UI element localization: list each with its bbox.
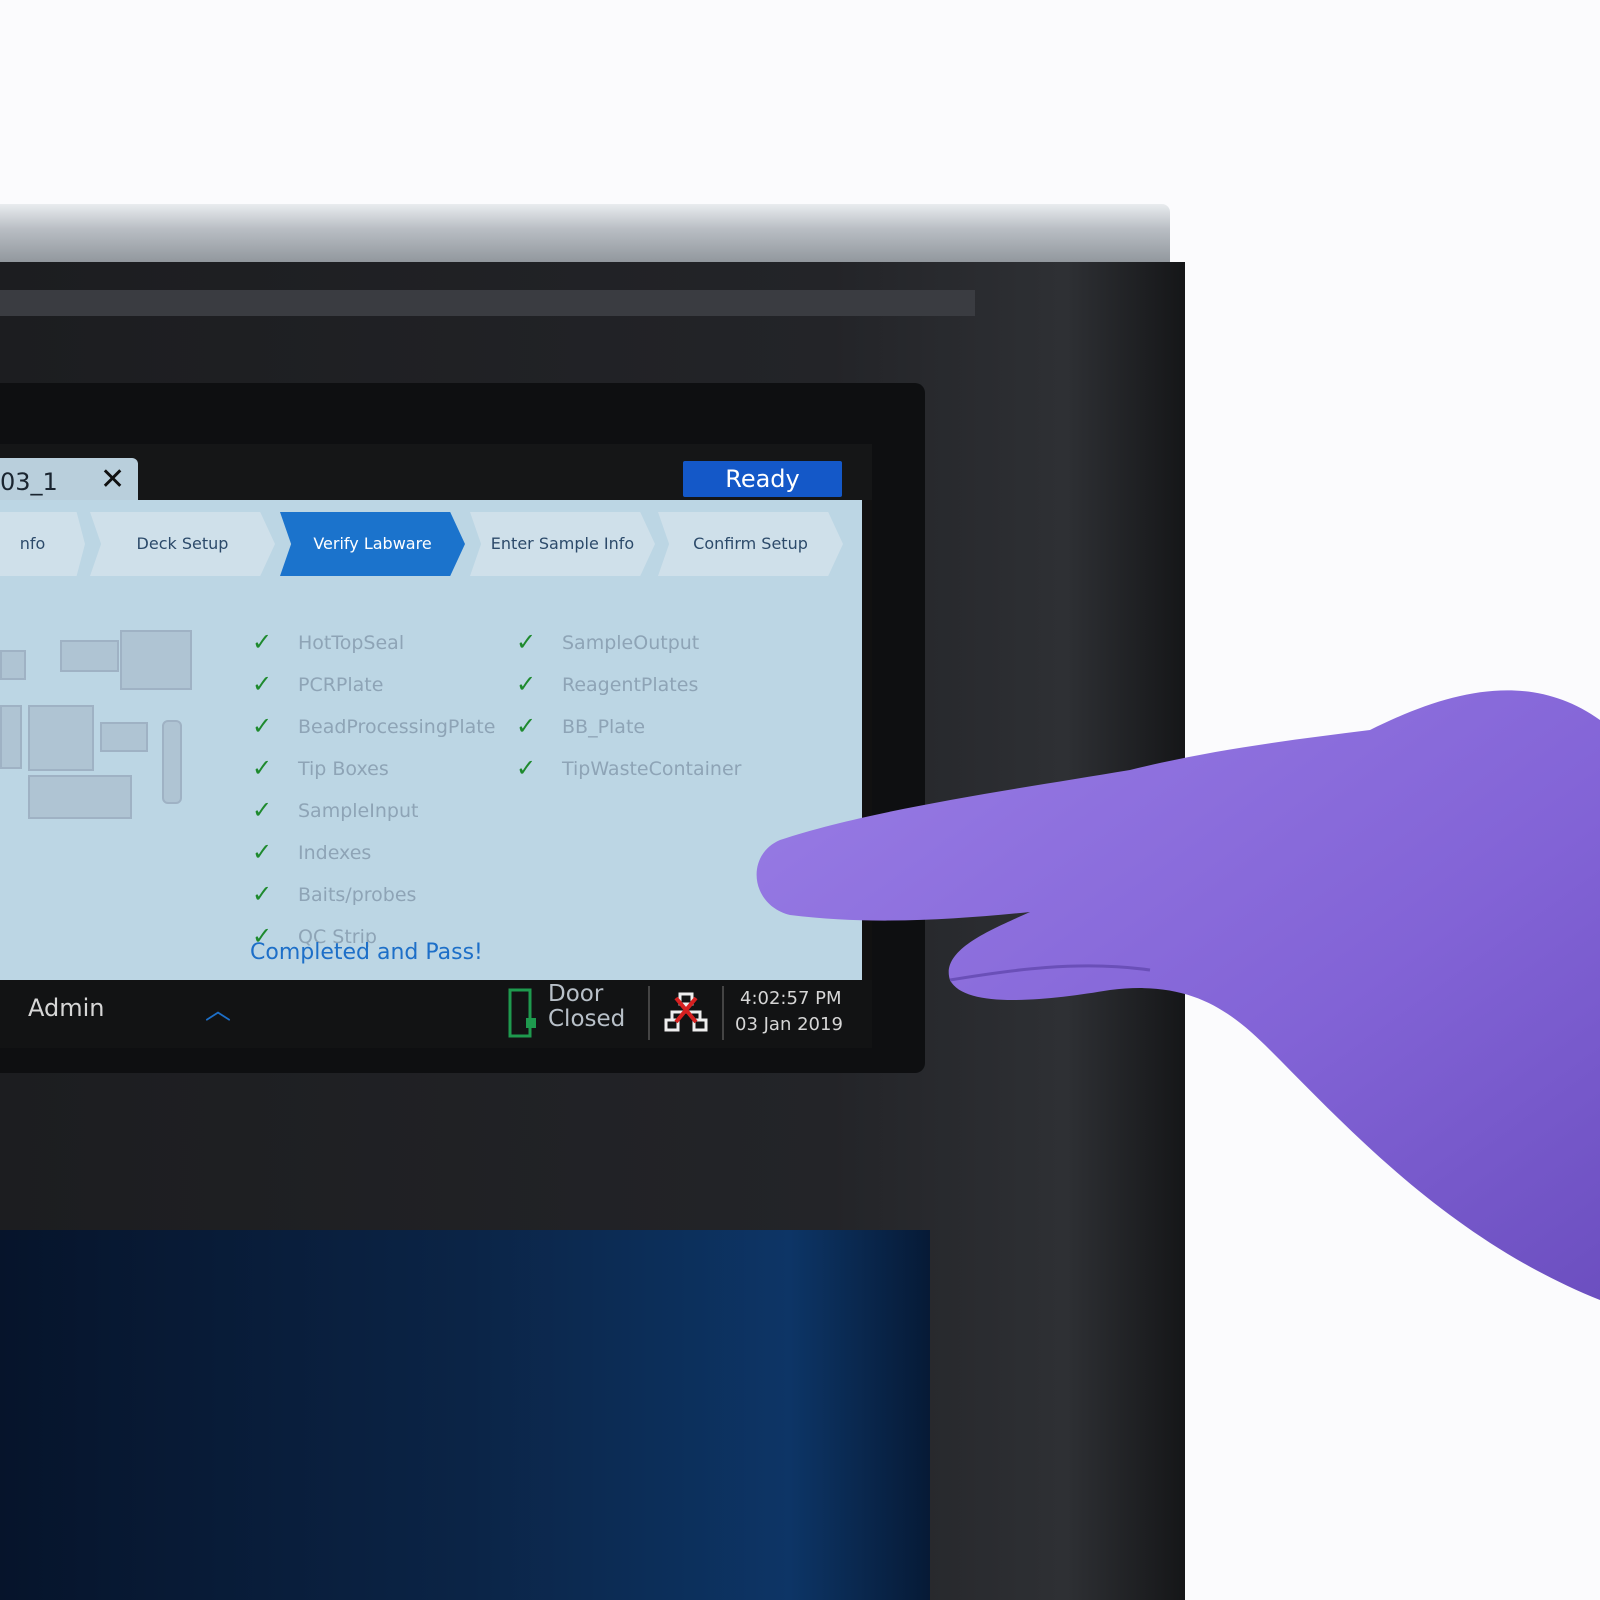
status-badge: Ready <box>683 461 842 497</box>
labware-item: SampleOutput <box>562 632 700 654</box>
deck-slot <box>0 705 22 769</box>
network-disconnected-icon <box>664 992 708 1032</box>
gloved-hand <box>756 690 1600 1300</box>
status-bar: Admin ︿ Door Closed 4:02:57 PM 03 Jan 201… <box>0 980 872 1048</box>
tab-name: 03_1 <box>0 468 58 496</box>
deck-slot <box>120 630 192 690</box>
door-lock-icon <box>508 988 536 1038</box>
labware-item: Tip Boxes <box>298 758 389 780</box>
labware-item: BB_Plate <box>562 716 646 738</box>
step-deck-setup[interactable]: Deck Setup <box>90 512 275 576</box>
check-icon: ✓ <box>252 838 273 866</box>
check-icon: ✓ <box>252 712 273 740</box>
deck-slot <box>28 705 94 771</box>
check-icon: ✓ <box>252 628 273 656</box>
close-icon[interactable]: ✕ <box>100 462 125 497</box>
check-icon: ✓ <box>516 628 537 656</box>
divider <box>722 986 724 1040</box>
labware-item: ReagentPlates <box>562 674 699 696</box>
door-status-line2: Closed <box>548 1006 626 1032</box>
deck-slot <box>100 722 148 752</box>
step-info[interactable]: nfo <box>0 512 85 576</box>
check-icon: ✓ <box>516 670 537 698</box>
step-enter-sample-info[interactable]: Enter Sample Info <box>470 512 655 576</box>
run-tab[interactable]: 03_1 ✕ <box>0 458 138 500</box>
door-status-line1: Door <box>548 981 604 1007</box>
labware-item: Baits/probes <box>298 884 417 906</box>
step-confirm-setup[interactable]: Confirm Setup <box>658 512 843 576</box>
check-icon: ✓ <box>252 754 273 782</box>
check-icon: ✓ <box>252 796 273 824</box>
deck-slot <box>0 650 26 680</box>
labware-item: BeadProcessingPlate <box>298 716 496 738</box>
labware-item: PCRPlate <box>298 674 384 696</box>
deck-slot <box>28 775 132 819</box>
labware-item: HotTopSeal <box>298 632 405 654</box>
chevron-up-icon[interactable]: ︿ <box>205 990 231 1027</box>
check-icon: ✓ <box>516 754 537 782</box>
instrument-trim <box>0 290 975 316</box>
deck-slot <box>60 640 119 672</box>
result-message: Completed and Pass! <box>250 940 483 965</box>
touchscreen: 03_1 ✕ Ready nfo Deck Setup Verify Labwa… <box>0 444 872 1048</box>
check-icon: ✓ <box>516 712 537 740</box>
check-icon: ✓ <box>252 880 273 908</box>
door-status: Door Closed <box>548 982 625 1032</box>
divider <box>648 986 650 1040</box>
user-name[interactable]: Admin <box>28 994 105 1022</box>
labware-item: SampleInput <box>298 800 419 822</box>
step-verify-labware[interactable]: Verify Labware <box>280 512 465 576</box>
deck-tube <box>162 720 182 804</box>
check-icon: ✓ <box>252 670 273 698</box>
title-bar: 03_1 ✕ Ready <box>0 444 872 500</box>
main-content: nfo Deck Setup Verify Labware Enter Samp… <box>0 500 862 980</box>
labware-item: Indexes <box>298 842 372 864</box>
instrument-lid-edge <box>0 204 1170 266</box>
labware-item: TipWasteContainer <box>562 758 742 780</box>
